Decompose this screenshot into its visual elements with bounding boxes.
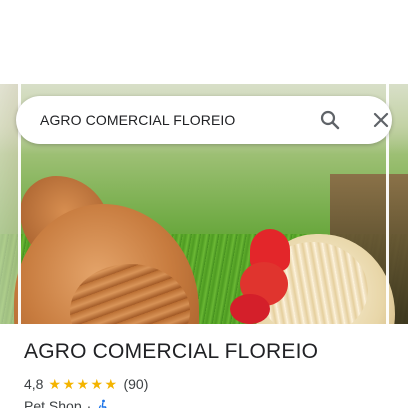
wheelchair-accessible-icon	[96, 399, 110, 408]
review-count[interactable]: (90)	[123, 376, 148, 392]
star-icon: ★	[62, 376, 76, 392]
search-bar[interactable]: AGRO COMERCIAL FLOREIO	[16, 96, 392, 144]
star-rating: ★ ★ ★ ★ ★	[48, 377, 118, 391]
place-category: Pet Shop	[24, 398, 82, 408]
rooster-wattle-shape	[230, 294, 270, 324]
separator-dot: ·	[86, 398, 92, 408]
category-row: Pet Shop ·	[24, 397, 110, 408]
star-icon: ★	[76, 376, 90, 392]
rating-value: 4,8	[24, 376, 44, 392]
star-icon: ★	[104, 376, 118, 392]
maps-place-screen: AGRO COMERCIAL FLOREIO AGRO COMERCIAL FL…	[0, 0, 408, 408]
search-query-text[interactable]: AGRO COMERCIAL FLOREIO	[40, 96, 235, 144]
star-icon: ★	[48, 376, 62, 392]
place-title: AGRO COMERCIAL FLOREIO	[24, 340, 319, 363]
search-icon[interactable]	[318, 108, 342, 132]
star-icon: ★	[90, 376, 104, 392]
close-icon[interactable]	[369, 108, 393, 132]
rating-row[interactable]: 4,8 ★ ★ ★ ★ ★ (90)	[24, 375, 148, 393]
